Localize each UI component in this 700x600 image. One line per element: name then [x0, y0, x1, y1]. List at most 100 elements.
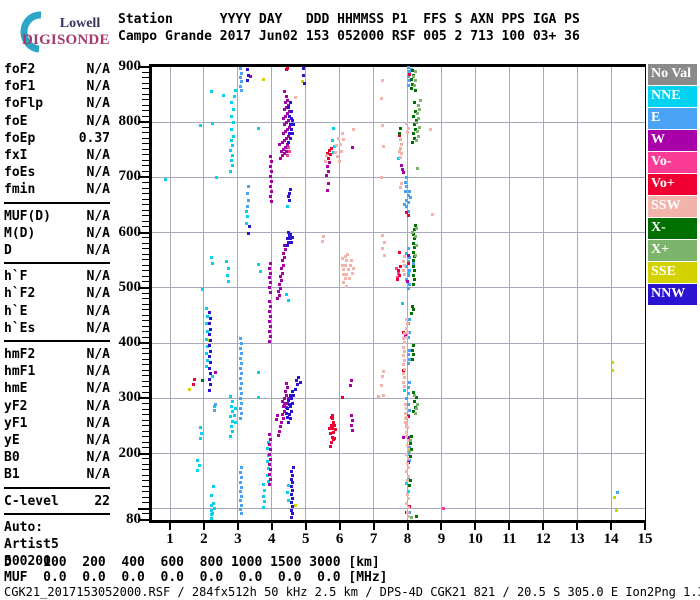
echo-point: [333, 423, 337, 427]
x-axis-tick: [236, 523, 239, 530]
echo-point: [285, 411, 289, 415]
echo-point: [408, 269, 412, 273]
x-axis-tick: [304, 523, 307, 530]
y-axis-tick-minor: [142, 220, 149, 222]
echo-point: [286, 195, 290, 199]
echo-point: [343, 277, 347, 281]
echo-point: [286, 416, 290, 420]
d-muf-table: D 100 200 400 600 800 1000 1500 3000 [km…: [4, 555, 388, 585]
echo-point: [411, 307, 415, 311]
y-axis-label: 800: [118, 113, 142, 130]
echo-point: [410, 348, 414, 352]
echo-point: [267, 276, 271, 280]
header-columns-line: Station YYYY DAY DDD HHMMSS P1 FFS S AXN…: [118, 12, 580, 27]
echo-point: [411, 259, 415, 263]
param-label: Artist5: [4, 537, 59, 553]
logo-digisonde-text: DIGISONDE: [22, 32, 110, 48]
echo-point: [403, 349, 407, 353]
param-label: C-level: [4, 493, 59, 509]
y-axis-tick-minor: [142, 463, 149, 465]
echo-point: [268, 478, 272, 482]
echo-point: [402, 259, 406, 263]
echo-point: [224, 260, 228, 264]
echo-point: [246, 205, 250, 209]
y-axis-tick-minor: [142, 110, 149, 112]
param-value: N/A: [86, 303, 110, 319]
echo-point: [403, 367, 407, 371]
echo-point: [411, 282, 415, 286]
echo-point: [329, 153, 333, 157]
param-separator: [4, 486, 110, 489]
echo-point: [290, 516, 294, 520]
y-axis-label: 700: [118, 168, 142, 185]
echo-point: [289, 417, 293, 421]
y-axis-tick-minor: [142, 325, 149, 327]
echo-point: [238, 386, 242, 390]
param-label: h`F: [4, 269, 28, 285]
param-value: N/A: [86, 148, 110, 164]
y-axis-tick-major: [138, 507, 149, 510]
param-label: hmE: [4, 381, 28, 397]
echo-point: [238, 396, 242, 400]
echo-point: [413, 253, 417, 257]
echo-point: [414, 121, 418, 125]
echo-point: [430, 212, 434, 216]
echo-point: [405, 461, 409, 465]
gridline-horizontal: [152, 342, 645, 344]
echo-point: [409, 78, 413, 82]
echo-point: [198, 426, 202, 430]
param-row: foEp 0.37: [4, 130, 110, 147]
echo-point: [333, 428, 337, 432]
echo-point: [405, 435, 409, 439]
echo-point: [267, 310, 271, 314]
echo-point: [404, 335, 408, 339]
echo-point: [397, 269, 400, 273]
echo-point: [341, 257, 345, 261]
echo-point: [291, 389, 295, 393]
echo-point: [279, 420, 283, 424]
echo-point: [380, 383, 384, 387]
echo-point: [332, 438, 336, 442]
echo-point: [350, 145, 354, 149]
echo-point: [350, 428, 354, 432]
echo-point: [615, 509, 619, 513]
echo-point: [381, 233, 385, 237]
echo-point: [402, 363, 406, 367]
y-axis-tick-minor: [142, 270, 149, 272]
echo-point: [410, 304, 414, 308]
echo-point: [239, 401, 243, 405]
echo-point: [412, 83, 416, 87]
echo-point: [405, 280, 409, 284]
echo-point: [239, 503, 243, 507]
echo-point: [292, 465, 296, 469]
echo-point: [403, 180, 407, 184]
echo-point: [403, 376, 407, 380]
echo-point: [345, 272, 349, 276]
echo-point: [417, 134, 421, 138]
y-axis-tick-minor: [142, 320, 149, 322]
echo-point: [268, 305, 272, 309]
param-row: Auto:: [4, 519, 110, 536]
echo-point: [256, 395, 260, 399]
gridline-vertical: [305, 67, 307, 520]
gridline-vertical: [203, 67, 205, 520]
echo-point: [267, 453, 271, 457]
echo-point: [268, 174, 272, 178]
echo-point: [405, 493, 409, 497]
echo-point: [234, 407, 238, 411]
echo-point: [329, 444, 333, 448]
gridline-horizontal: [152, 508, 645, 510]
gridline-vertical: [542, 67, 544, 520]
echo-point: [287, 420, 291, 424]
echo-point: [406, 386, 410, 390]
param-value: N/A: [86, 208, 110, 224]
gridline-horizontal: [152, 397, 645, 399]
echo-point: [279, 279, 283, 283]
param-row: yF1 N/A: [4, 415, 110, 432]
x-axis-label: 10: [467, 531, 483, 547]
legend-item-nne: NNE: [648, 86, 697, 107]
echo-point: [403, 255, 407, 259]
param-row: B0 N/A: [4, 449, 110, 466]
legend-item-vo-: Vo-: [648, 152, 697, 173]
echo-point: [381, 144, 385, 148]
